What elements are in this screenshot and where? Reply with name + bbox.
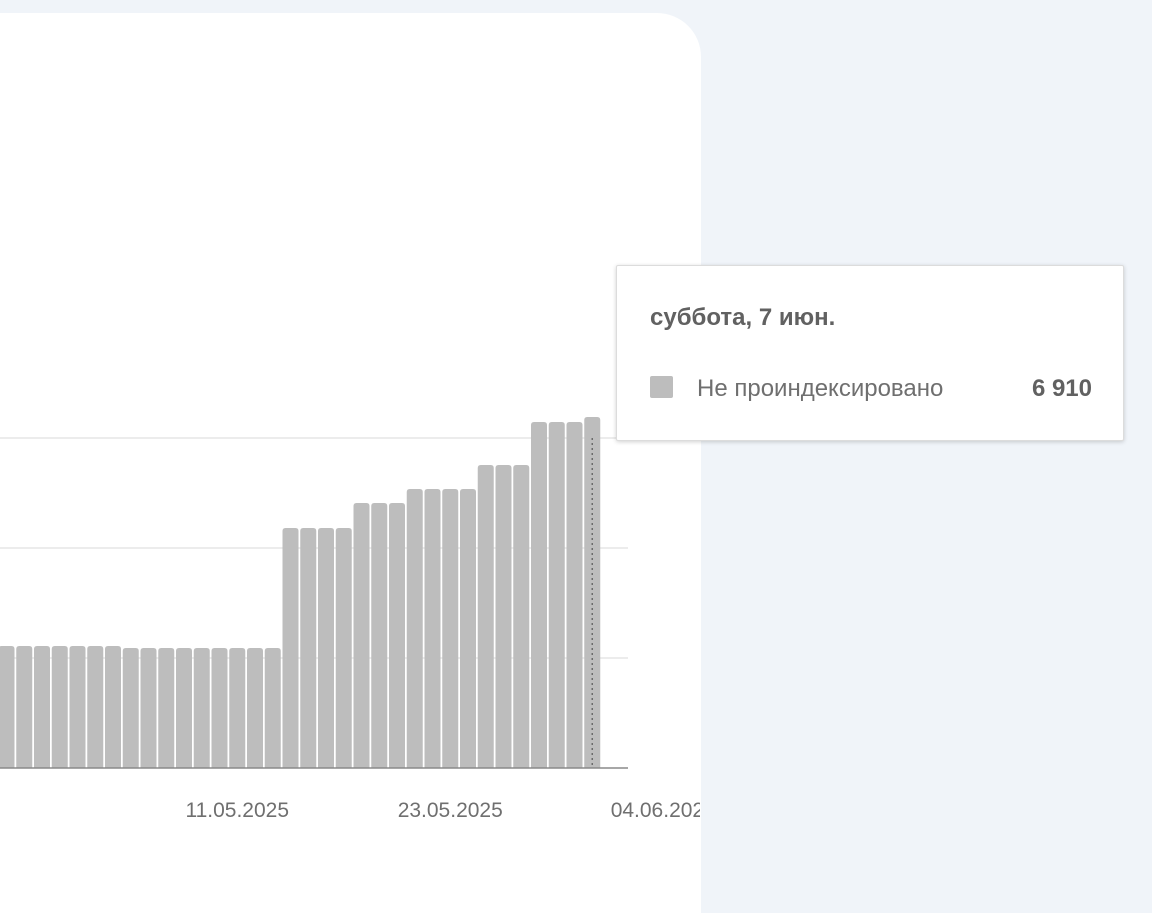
indexing-bar-chart[interactable]: 11.05.2025 23.05.2025 04.06.2025 xyxy=(0,0,700,882)
x-tick-label: 23.05.2025 xyxy=(398,799,503,822)
bar[interactable] xyxy=(282,528,299,768)
bar[interactable] xyxy=(51,646,68,768)
bar[interactable] xyxy=(87,646,104,768)
bar[interactable] xyxy=(122,648,139,768)
bar[interactable] xyxy=(513,465,530,768)
bar[interactable] xyxy=(353,503,370,768)
bar[interactable] xyxy=(424,489,441,768)
tooltip-series-swatch xyxy=(650,376,673,398)
bar[interactable] xyxy=(371,503,388,768)
tooltip-value: 6 910 xyxy=(1031,375,1092,402)
tooltip-series-label: Не проиндексировано xyxy=(697,375,944,402)
bar[interactable] xyxy=(531,422,547,768)
tooltip-date: суббота, 7 июн. xyxy=(650,304,836,331)
bar[interactable] xyxy=(69,646,86,768)
bar[interactable] xyxy=(140,648,157,768)
bar[interactable] xyxy=(0,646,15,768)
bar[interactable] xyxy=(495,465,512,768)
bar[interactable] xyxy=(335,528,352,768)
bar[interactable] xyxy=(158,648,175,768)
bar[interactable] xyxy=(105,646,121,768)
bar[interactable] xyxy=(16,646,33,768)
bar[interactable] xyxy=(442,489,459,768)
bar[interactable] xyxy=(566,422,583,768)
bar[interactable] xyxy=(389,503,405,768)
bar[interactable] xyxy=(548,422,565,768)
bar[interactable] xyxy=(318,528,334,768)
x-tick-label: 11.05.2025 xyxy=(185,799,289,822)
bar[interactable] xyxy=(176,648,192,768)
bar[interactable] xyxy=(34,646,50,768)
bar[interactable] xyxy=(460,489,476,768)
x-tick-label: 04.06.2025 xyxy=(611,799,700,822)
bar[interactable] xyxy=(247,648,263,768)
bar[interactable] xyxy=(229,648,246,768)
bar[interactable] xyxy=(193,648,210,768)
bar[interactable] xyxy=(406,489,423,768)
chart-tooltip: суббота, 7 июн. Не проиндексировано 6 91… xyxy=(616,265,1124,441)
bar[interactable] xyxy=(264,648,281,768)
bar[interactable] xyxy=(300,528,317,768)
bar[interactable] xyxy=(211,648,228,768)
bar[interactable] xyxy=(477,465,494,768)
